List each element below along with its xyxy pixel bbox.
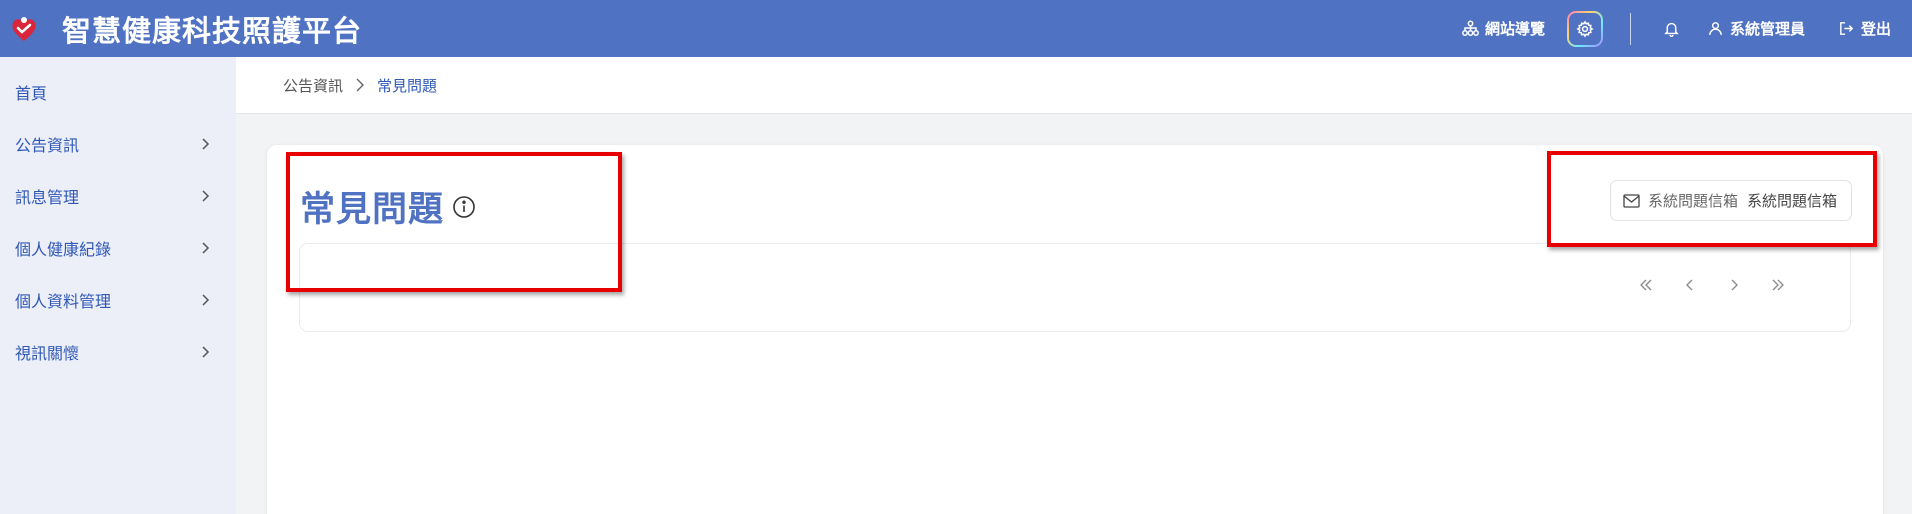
sidebar-item-video-care[interactable]: 視訊關懷 [0, 326, 236, 378]
sitemap-link[interactable]: 網站導覽 [1462, 18, 1545, 39]
mail-icon [1623, 193, 1640, 208]
page-header: 常見問題 [300, 181, 476, 232]
pagination [1624, 278, 1800, 292]
sidebar-item-announcements[interactable]: 公告資訊 [0, 118, 236, 170]
mail-button-label: 系統問題信箱 [1647, 192, 1738, 210]
sidebar-item-label: 視訊關懷 [15, 344, 80, 363]
prev-page-icon[interactable] [1668, 278, 1712, 292]
chevron-right-icon [202, 294, 210, 306]
sidebar-item-profile[interactable]: 個人資料管理 [0, 274, 236, 326]
sidebar-item-home[interactable]: 首頁 [0, 66, 236, 118]
sitemap-icon [1462, 20, 1479, 36]
info-icon[interactable] [452, 195, 476, 219]
chevron-right-icon [202, 138, 210, 150]
mail-button-label-secondary: 系統問題信箱 [1746, 192, 1837, 210]
sidebar-item-messages[interactable]: 訊息管理 [0, 170, 236, 222]
bell-icon [1664, 22, 1679, 37]
faq-list-panel [299, 243, 1851, 332]
breadcrumb-parent-link[interactable]: 公告資訊 [283, 75, 343, 96]
breadcrumb-current: 常見問題 [377, 76, 438, 95]
sidebar-item-label: 個人健康紀錄 [15, 240, 112, 259]
sidebar-item-label: 首頁 [15, 84, 48, 103]
sidebar-item-label: 訊息管理 [15, 188, 80, 207]
logout-label: 登出 [1860, 20, 1891, 38]
header-divider [1629, 12, 1631, 45]
user-icon [1709, 22, 1722, 35]
content-card: 常見問題 系統問題信箱 系統問題信箱 [267, 145, 1883, 514]
header-actions: 網站導覽 系統管理員 登出 [1462, 0, 1912, 57]
chevron-right-icon [355, 78, 365, 92]
gear-icon [1576, 19, 1594, 38]
user-label: 系統管理員 [1729, 20, 1805, 38]
page-title: 常見問題 [300, 190, 445, 230]
sidebar: 首頁 公告資訊 訊息管理 個人健康紀錄 個人資料管理 視訊關懷 [0, 57, 236, 514]
settings-button[interactable] [1566, 10, 1603, 47]
logout-button[interactable]: 登出 [1838, 18, 1891, 39]
sidebar-item-health-records[interactable]: 個人健康紀錄 [0, 222, 236, 274]
sidebar-item-label: 個人資料管理 [15, 292, 112, 311]
app-title: 智慧健康科技照護平台 [62, 13, 363, 48]
notifications-button[interactable] [1663, 20, 1680, 37]
first-page-icon[interactable] [1624, 278, 1668, 292]
chevron-right-icon [202, 190, 210, 202]
last-page-icon[interactable] [1756, 278, 1800, 292]
next-page-icon[interactable] [1712, 278, 1756, 292]
logout-icon [1840, 22, 1854, 35]
top-bar: 智慧健康科技照護平台 網站導覽 系統管理員 登出 [0, 0, 1912, 57]
system-mailbox-button[interactable]: 系統問題信箱 系統問題信箱 [1609, 180, 1852, 221]
chevron-right-icon [202, 346, 210, 358]
sitemap-label: 網站導覽 [1484, 20, 1545, 38]
user-menu[interactable]: 系統管理員 [1707, 18, 1805, 39]
heart-care-logo-icon[interactable] [7, 12, 41, 46]
breadcrumb: 公告資訊 常見問題 [236, 57, 1912, 114]
chevron-right-icon [202, 242, 210, 254]
sidebar-item-label: 公告資訊 [15, 136, 80, 155]
